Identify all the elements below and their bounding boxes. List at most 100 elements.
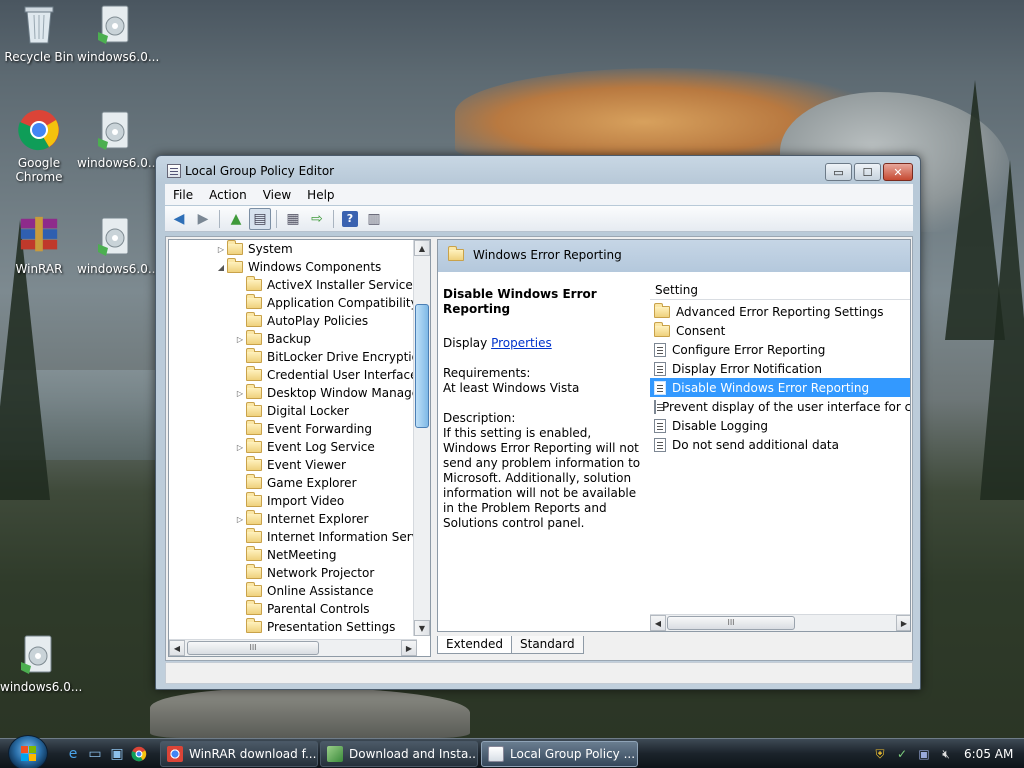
tree-item-activex-installer-service[interactable]: ActiveX Installer Service <box>234 276 413 294</box>
expand-arrow-icon[interactable]: ▷ <box>234 335 246 344</box>
menu-view[interactable]: View <box>255 188 299 202</box>
tree-item-event-viewer[interactable]: Event Viewer <box>234 456 346 474</box>
collapse-arrow-icon[interactable]: ◢ <box>215 263 227 272</box>
expand-arrow-icon[interactable]: ▷ <box>234 389 246 398</box>
tree-item-netmeeting[interactable]: NetMeeting <box>234 546 336 564</box>
start-button[interactable] <box>8 735 48 768</box>
tree-item-internet-information-service[interactable]: Internet Information Service <box>234 528 431 546</box>
list-item-prevent-display-of-ui[interactable]: Prevent display of the user interface fo… <box>650 397 910 416</box>
desktop-icon-installer[interactable]: windows6.0... <box>77 2 159 64</box>
scroll-right-arrow-icon[interactable]: ▶ <box>896 615 910 631</box>
expand-arrow-icon[interactable]: ▷ <box>234 443 246 452</box>
back-button[interactable]: ◀ <box>168 208 190 230</box>
chrome-icon <box>167 746 183 762</box>
desktop-icon-installer[interactable]: windows6.0... <box>0 632 82 694</box>
column-header-setting[interactable]: Setting <box>650 280 910 300</box>
desktop-icon-installer[interactable]: windows6.0... <box>77 108 159 170</box>
update-check-icon[interactable]: ✓ <box>894 746 910 762</box>
filter-button[interactable]: ▥ <box>363 208 385 230</box>
close-button[interactable]: ✕ <box>883 163 913 181</box>
desktop-icon-label: WinRAR <box>15 262 63 276</box>
security-shield-icon[interactable]: ⛨ <box>872 746 888 762</box>
expand-arrow-icon[interactable]: ▷ <box>234 515 246 524</box>
list-item-disable-logging[interactable]: Disable Logging <box>650 416 910 435</box>
tree-item-digital-locker[interactable]: Digital Locker <box>234 402 349 420</box>
details-header-band: Windows Error Reporting <box>438 240 910 272</box>
list-item-configure-error-reporting[interactable]: Configure Error Reporting <box>650 340 910 359</box>
desktop-icon-recycle-bin[interactable]: Recycle Bin <box>1 2 77 64</box>
show-hide-tree-button[interactable]: ▤ <box>249 207 271 230</box>
quick-launch-show-desktop[interactable]: ▭ <box>86 745 104 763</box>
tree-scroll-thumb[interactable] <box>415 304 429 428</box>
quick-launch-chrome[interactable] <box>130 745 148 763</box>
maximize-button[interactable]: ☐ <box>854 163 881 181</box>
quick-launch-ie[interactable]: e <box>64 745 82 763</box>
tree-hscroll-thumb[interactable]: III <box>187 641 319 655</box>
quick-launch-switch-windows[interactable]: ▣ <box>108 745 126 763</box>
taskbar-button-chrome[interactable]: WinRAR download f... <box>160 741 318 767</box>
clock[interactable]: 6:05 AM <box>964 747 1013 761</box>
list-horizontal-scrollbar[interactable]: ◀ III ▶ <box>650 614 910 631</box>
tree-item-credential-user-interface[interactable]: Credential User Interface <box>234 366 417 384</box>
expand-arrow-icon[interactable]: ▷ <box>215 245 227 254</box>
tab-extended[interactable]: Extended <box>437 636 512 654</box>
folder-icon <box>246 510 262 525</box>
minimize-button[interactable]: ▭ <box>825 163 852 181</box>
tree-item-system[interactable]: ▷ System <box>215 240 293 258</box>
switch-windows-icon: ▣ <box>110 746 124 762</box>
requirements-value: At least Windows Vista <box>443 381 580 395</box>
tree-item-online-assistance[interactable]: Online Assistance <box>234 582 373 600</box>
taskbar-button-download-install[interactable]: Download and Insta... <box>320 741 478 767</box>
policy-setting-icon <box>654 380 666 395</box>
tree-item-event-forwarding[interactable]: Event Forwarding <box>234 420 372 438</box>
scroll-left-arrow-icon[interactable]: ◀ <box>169 640 185 656</box>
scroll-up-arrow-icon[interactable]: ▲ <box>414 240 430 256</box>
list-item-advanced-error-reporting-settings[interactable]: Advanced Error Reporting Settings <box>650 302 910 321</box>
help-button[interactable]: ? <box>342 210 358 227</box>
up-one-level-button[interactable]: ▲ <box>225 208 247 230</box>
desktop-icon-installer[interactable]: windows6.0... <box>77 214 159 276</box>
tree-item-parental-controls[interactable]: Parental Controls <box>234 600 370 618</box>
tree-item-game-explorer[interactable]: Game Explorer <box>234 474 357 492</box>
tree-item-presentation-settings[interactable]: Presentation Settings <box>234 618 395 636</box>
tree-item-label: Internet Information Service <box>267 530 431 544</box>
network-icon[interactable]: ▣ <box>916 746 932 762</box>
tree-item-windows-components[interactable]: ◢ Windows Components <box>215 258 381 276</box>
taskbar-button-group-policy[interactable]: Local Group Policy ... <box>481 741 638 767</box>
tree-item-bitlocker-drive-encryption[interactable]: BitLocker Drive Encryption <box>234 348 427 366</box>
export-list-button[interactable]: ⇨ <box>306 208 328 230</box>
tab-standard[interactable]: Standard <box>511 636 584 654</box>
list-item-consent[interactable]: Consent <box>650 321 910 340</box>
menu-file[interactable]: File <box>165 188 201 202</box>
tree-item-internet-explorer[interactable]: ▷ Internet Explorer <box>234 510 368 528</box>
tree-horizontal-scrollbar[interactable]: ◀ III ▶ <box>169 639 417 656</box>
volume-muted-icon[interactable]: 🔇︎ <box>938 746 954 762</box>
desktop-icon-chrome[interactable]: Google Chrome <box>1 108 77 184</box>
tree-item-network-projector[interactable]: Network Projector <box>234 564 374 582</box>
scroll-left-arrow-icon[interactable]: ◀ <box>650 615 666 631</box>
menu-action[interactable]: Action <box>201 188 255 202</box>
scroll-down-arrow-icon[interactable]: ▼ <box>414 620 430 636</box>
tree-item-import-video[interactable]: Import Video <box>234 492 344 510</box>
menu-help[interactable]: Help <box>299 188 342 202</box>
tree-item-event-log-service[interactable]: ▷ Event Log Service <box>234 438 375 456</box>
tree-item-label: Credential User Interface <box>267 368 418 382</box>
tree-item-desktop-window-manager[interactable]: ▷ Desktop Window Manager <box>234 384 424 402</box>
title-bar[interactable]: Local Group Policy Editor ▭ ☐ ✕ <box>156 156 920 186</box>
properties-link[interactable]: Properties <box>491 336 552 350</box>
folder-icon <box>246 366 262 381</box>
list-item-do-not-send-additional-data[interactable]: Do not send additional data <box>650 435 910 454</box>
tree-item-autoplay-policies[interactable]: AutoPlay Policies <box>234 312 368 330</box>
forward-button[interactable]: ▶ <box>192 208 214 230</box>
tree-item-application-compatibility[interactable]: Application Compatibility <box>234 294 418 312</box>
list-hscroll-thumb[interactable]: III <box>667 616 795 630</box>
scroll-right-arrow-icon[interactable]: ▶ <box>401 640 417 656</box>
tree-vertical-scrollbar[interactable]: ▲ ▼ <box>413 240 430 636</box>
desktop-icon-winrar[interactable]: WinRAR <box>1 214 77 276</box>
folder-icon <box>654 321 670 337</box>
list-item-disable-windows-error-reporting[interactable]: Disable Windows Error Reporting <box>650 378 910 397</box>
tree-item-backup[interactable]: ▷ Backup <box>234 330 311 348</box>
list-item-display-error-notification[interactable]: Display Error Notification <box>650 359 910 378</box>
tree-item-label: Presentation Settings <box>267 620 396 634</box>
properties-button[interactable]: ▦ <box>282 208 304 230</box>
